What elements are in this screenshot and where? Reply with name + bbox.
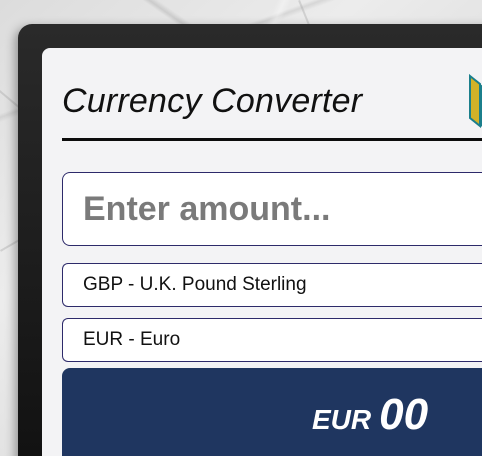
app-title: Currency Converter [62, 82, 363, 120]
from-currency-label: GBP - U.K. Pound Sterling [83, 274, 307, 295]
title-divider [62, 138, 482, 141]
to-currency-select[interactable]: EUR - Euro [62, 318, 482, 362]
from-currency-select[interactable]: GBP - U.K. Pound Sterling [62, 263, 482, 307]
result-currency: EUR [312, 404, 372, 435]
to-currency-label: EUR - Euro [83, 329, 181, 350]
result-value: 00 [379, 390, 429, 439]
result-panel: EUR 00 [62, 368, 482, 456]
result-display: EUR 00 [312, 390, 428, 440]
amount-input[interactable] [62, 172, 482, 246]
logo-icon [469, 73, 482, 129]
app-screen: Currency Converter GBP - U.K. Pound Ster… [42, 48, 482, 456]
